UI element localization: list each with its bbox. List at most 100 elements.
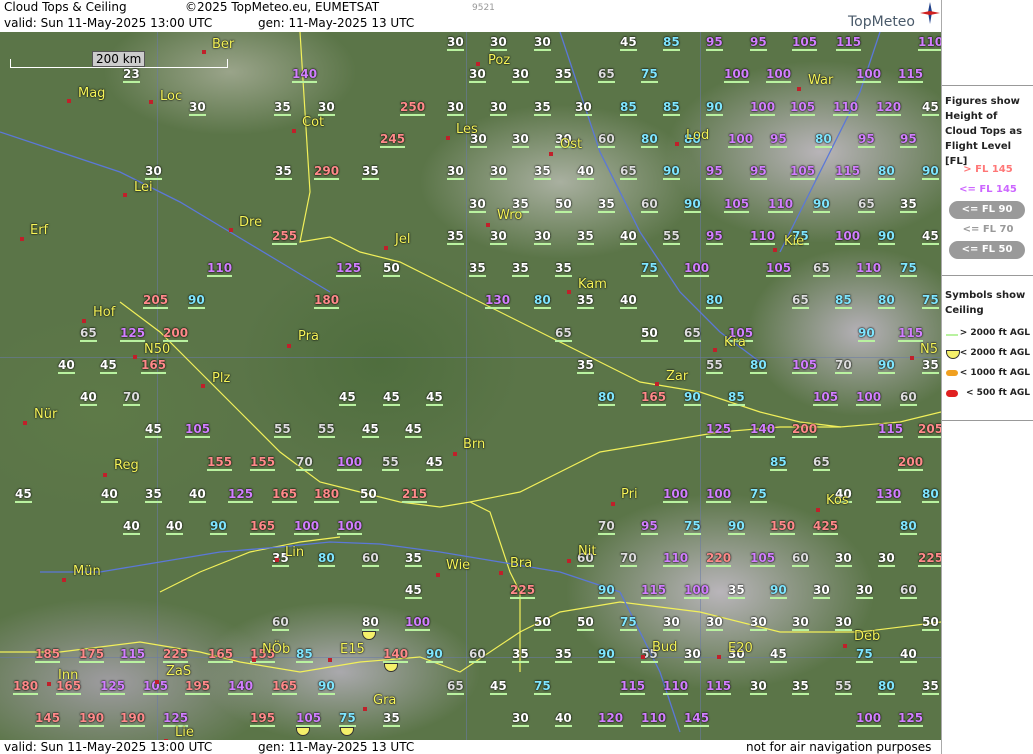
cloud-top-value: 30 <box>534 35 551 51</box>
city-marker <box>641 655 645 659</box>
city-label: Ber <box>212 37 235 52</box>
legend-item-fl-90: <= FL 90 <box>949 201 1025 219</box>
cloud-top-value: 45 <box>405 583 422 599</box>
cloud-top-value: 35 <box>922 679 939 695</box>
city-label: N50 <box>144 342 171 357</box>
cloud-top-value: 95 <box>641 519 658 535</box>
city-label: Ost <box>560 137 583 152</box>
cloud-top-value: 125 <box>898 711 924 727</box>
cloud-top-value: 200 <box>792 422 818 438</box>
city-label: Kie <box>784 234 805 249</box>
cloud-top-value: 95 <box>706 229 723 245</box>
city-marker <box>675 142 679 146</box>
cloud-top-value: 60 <box>792 551 809 567</box>
cloud-top-value: 30 <box>534 229 551 245</box>
cloud-top-value: 425 <box>813 519 839 535</box>
cloud-top-value: 30 <box>490 35 507 51</box>
city-label: Mün <box>73 564 101 579</box>
city-label: Reg <box>114 458 139 473</box>
cloud-top-value: 35 <box>534 164 551 180</box>
cloud-top-value: 195 <box>185 679 211 695</box>
cloud-top-value: 50 <box>534 615 551 631</box>
cloud-top-value: 90 <box>770 583 787 599</box>
divider <box>942 275 1033 276</box>
cloud-top-value: 85 <box>835 293 852 309</box>
cloud-top-value: 85 <box>728 390 745 406</box>
cloud-top-value: 60 <box>362 551 379 567</box>
city-marker <box>453 452 457 456</box>
cloud-top-value: 110 <box>663 551 689 567</box>
cloud-top-value: 75 <box>750 487 767 503</box>
cloud-top-value: 80 <box>318 551 335 567</box>
city-label: E15 <box>340 642 365 657</box>
cloud-top-value: 35 <box>555 647 572 663</box>
cloud-top-value: 105 <box>792 358 818 374</box>
cloud-top-value: 60 <box>641 197 658 213</box>
map-header: Cloud Tops & Ceiling ©2025 TopMeteo.eu, … <box>0 0 941 32</box>
cloud-top-value: 35 <box>469 261 486 277</box>
cloud-top-value: 65 <box>858 197 875 213</box>
disclaimer: not for air navigation purposes <box>746 740 932 754</box>
city-label: Pra <box>298 329 319 344</box>
cloud-top-value: 30 <box>490 229 507 245</box>
cloud-top-value: 225 <box>510 583 536 599</box>
cloud-top-value: 165 <box>250 519 276 535</box>
cloud-top-value: 45 <box>770 647 787 663</box>
city-label: Gra <box>373 693 397 708</box>
city-marker <box>567 290 571 294</box>
cloud-top-value: 95 <box>706 35 723 51</box>
map-footer: valid: Sun 11-May-2025 13:00 UTC gen: 11… <box>0 740 941 754</box>
ceiling-orange-icon <box>946 370 958 376</box>
cloud-top-value: 50 <box>922 615 939 631</box>
cloud-top-value: 185 <box>35 647 61 663</box>
cloud-top-value: 35 <box>577 293 594 309</box>
cloud-top-value: 75 <box>339 711 356 727</box>
legend-item-fl-145: <= FL 145 <box>959 184 1017 195</box>
cloud-top-value: 35 <box>577 358 594 374</box>
cloud-top-value: 95 <box>900 132 917 148</box>
cloud-top-value: 30 <box>490 164 507 180</box>
image-code: 9521 <box>472 3 495 13</box>
cloud-top-value: 35 <box>383 711 400 727</box>
cloud-top-value: 55 <box>663 229 680 245</box>
city-label: Bud <box>652 640 678 655</box>
cloud-top-value: 40 <box>80 390 97 406</box>
cloud-top-value: 65 <box>555 326 572 342</box>
city-label: Kra <box>724 335 746 350</box>
cloud-top-value: 40 <box>577 164 594 180</box>
cloud-top-value: 115 <box>878 422 904 438</box>
cloud-top-value: 45 <box>145 422 162 438</box>
cloud-top-value: 290 <box>314 164 340 180</box>
cloud-top-value: 50 <box>555 197 572 213</box>
cloud-top-value: 140 <box>228 679 254 695</box>
city-marker <box>155 680 159 684</box>
footer-gen: gen: 11-May-2025 13 UTC <box>258 740 415 754</box>
cloud-top-value: 140 <box>383 647 409 663</box>
cloud-top-value: 125 <box>706 422 732 438</box>
cloud-top-value: 80 <box>900 519 917 535</box>
cloud-top-value: 195 <box>250 711 276 727</box>
cloud-top-value: 90 <box>426 647 443 663</box>
cloud-top-value: 105 <box>792 35 818 51</box>
cloud-top-value: 50 <box>577 615 594 631</box>
cloud-top-value: 220 <box>706 551 732 567</box>
city-marker <box>713 348 717 352</box>
cloud-top-value: 30 <box>145 164 162 180</box>
cloud-top-value: 45 <box>426 455 443 471</box>
cloud-top-value: 110 <box>856 261 882 277</box>
compass-logo-icon <box>920 2 940 24</box>
cloud-top-value: 30 <box>447 35 464 51</box>
city-marker <box>229 228 233 232</box>
legend-panel: Figures show Height of Cloud Tops as Fli… <box>941 0 1033 754</box>
cloud-top-value: 30 <box>575 100 592 116</box>
cloud-top-value: 65 <box>813 261 830 277</box>
cloud-top-value: 95 <box>770 132 787 148</box>
cloud-top-value: 175 <box>79 647 105 663</box>
cloud-top-value: 30 <box>835 551 852 567</box>
city-marker <box>436 573 440 577</box>
cloud-top-value: 30 <box>318 100 335 116</box>
city-marker <box>655 382 659 386</box>
cloud-top-value: 65 <box>598 67 615 83</box>
city-marker <box>275 558 279 562</box>
cloud-top-value: 190 <box>79 711 105 727</box>
